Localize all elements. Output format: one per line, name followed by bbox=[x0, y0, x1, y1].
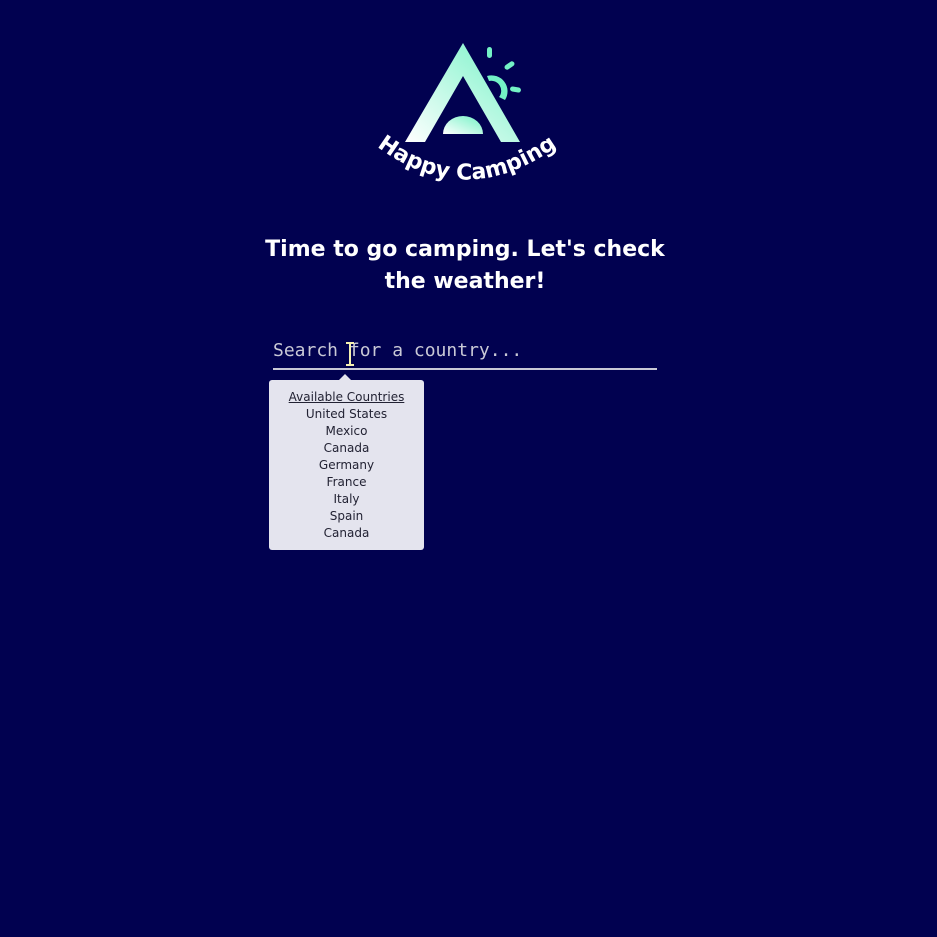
country-list: United States Mexico Canada Germany Fran… bbox=[269, 406, 424, 542]
country-option[interactable]: United States bbox=[269, 406, 424, 423]
country-option[interactable]: Spain bbox=[269, 508, 424, 525]
search-input[interactable] bbox=[273, 334, 657, 366]
country-option[interactable]: Italy bbox=[269, 491, 424, 508]
country-dropdown: Available Countries United States Mexico… bbox=[269, 374, 424, 550]
svg-text:Happy Camping: Happy Camping bbox=[373, 131, 560, 186]
country-option[interactable]: Canada bbox=[269, 525, 424, 542]
dropdown-title: Available Countries bbox=[288, 390, 405, 404]
country-option[interactable]: Germany bbox=[269, 457, 424, 474]
country-option[interactable]: France bbox=[269, 474, 424, 491]
sun-icon bbox=[487, 47, 521, 100]
page-headline: Time to go camping. Let's check the weat… bbox=[265, 237, 665, 294]
country-option[interactable]: Mexico bbox=[269, 423, 424, 440]
search-field[interactable] bbox=[273, 334, 657, 370]
text-cursor-icon bbox=[346, 342, 354, 366]
happy-camping-logo: Happy Camping bbox=[365, 36, 565, 196]
country-option[interactable]: Canada bbox=[269, 440, 424, 457]
